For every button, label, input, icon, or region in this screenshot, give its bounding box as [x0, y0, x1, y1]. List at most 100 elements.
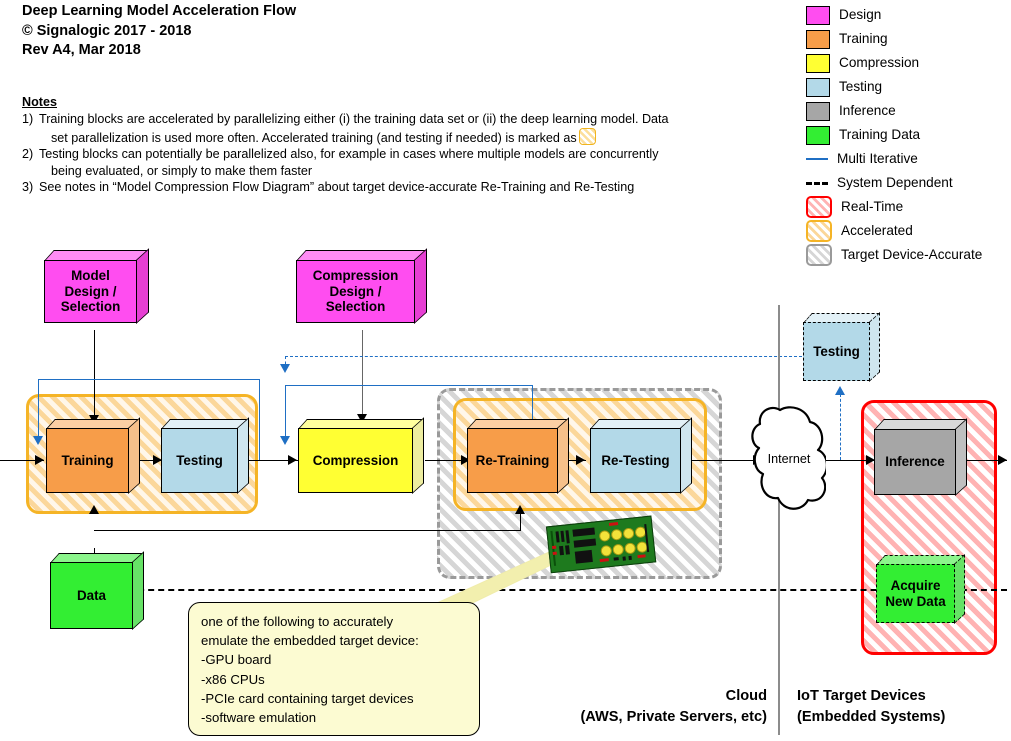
footer-cloud-line2: (AWS, Private Servers, etc): [580, 709, 767, 725]
block-acquire-new-data[interactable]: Acquire New Data: [876, 554, 966, 631]
legend-label: System Dependent: [837, 175, 953, 190]
blue-arrow-loop-1: [32, 436, 43, 445]
legend-label: Inference: [839, 103, 896, 118]
blue-loop-1-top: [38, 379, 260, 380]
legend-hatch-accelerated: [806, 220, 832, 242]
blue-loop-1-left: [38, 379, 39, 441]
arrow-data-to-training: [88, 505, 99, 514]
note-text: Testing blocks can potentially be parall…: [39, 146, 762, 179]
callout-line: -x86 CPUs: [201, 671, 265, 687]
footer-cloud-label: Cloud (AWS, Private Servers, etc): [492, 686, 767, 728]
note-text-line1: Testing blocks can potentially be parall…: [39, 147, 659, 162]
footer-iot-line1: IoT Target Devices: [797, 688, 926, 704]
note-text-line2: set parallelization is used more often. …: [51, 130, 577, 145]
callout-box: one of the following to accurately emula…: [188, 602, 480, 736]
note-number: 3): [22, 180, 34, 195]
block-cloud-testing[interactable]: Testing: [803, 312, 881, 389]
notes-section: Notes 1) Training blocks are accelerated…: [22, 94, 762, 195]
note-text-line2: being evaluated, or simply to make them …: [51, 163, 313, 178]
footer-iot-label: IoT Target Devices (Embedded Systems): [797, 686, 1011, 728]
block-label: Inference: [874, 429, 956, 495]
legend-item-multi-iterative: Multi Iterative: [806, 147, 1011, 171]
note-text: See notes in “Model Compression Flow Dia…: [39, 179, 762, 195]
legend-swatch-training-data: [806, 125, 830, 145]
block-inference[interactable]: Inference: [874, 418, 969, 503]
legend-label: Training Data: [839, 127, 921, 142]
legend-label: Compression: [839, 55, 920, 70]
legend-item-real-time: Real-Time: [806, 195, 1011, 219]
callout-line: emulate the embedded target device:: [201, 633, 419, 649]
blue-loop-1-right: [259, 379, 260, 460]
line-data-to-retraining: [520, 512, 521, 531]
callout-line: -software emulation: [201, 710, 317, 726]
legend-item-compression: Compression: [806, 51, 1011, 75]
legend-hatch-target-device: [806, 244, 832, 266]
system-dependent-dashed-line: [98, 589, 1007, 591]
note-text-line1: Training blocks are accelerated by paral…: [39, 112, 669, 127]
legend-line-system-dependent: [806, 175, 828, 192]
legend-label: Testing: [839, 79, 883, 94]
cloud-iot-divider: [778, 305, 780, 735]
title-line-1: Deep Learning Model Acceleration Flow: [22, 3, 297, 19]
arrow-testing-to-compression: [288, 455, 297, 465]
legend-label: Target Device-Accurate: [841, 247, 983, 262]
arrow-inference-output: [998, 455, 1007, 465]
block-training[interactable]: Training: [46, 417, 142, 501]
block-model-design[interactable]: Model Design / Selection: [44, 248, 150, 332]
title-line-3: Rev A4, Mar 2018: [22, 42, 141, 58]
line-data-branch: [94, 530, 521, 531]
callout-line: -PCIe card containing target devices: [201, 690, 414, 706]
legend: Design Training Compression Testing Infe…: [806, 3, 1011, 267]
legend-item-training: Training: [806, 27, 1011, 51]
legend-label: Real-Time: [841, 199, 904, 214]
note-number: 1): [22, 112, 34, 127]
note-text: Training blocks are accelerated by paral…: [39, 111, 762, 146]
legend-label: Design: [839, 7, 882, 22]
block-label: Testing: [803, 322, 870, 381]
footer-iot-line2: (Embedded Systems): [797, 709, 946, 725]
blue-dashed-horizontal: [285, 356, 802, 357]
legend-swatch-training: [806, 29, 830, 49]
arrow-into-training: [35, 455, 44, 465]
note-item: 1) Training blocks are accelerated by pa…: [22, 111, 762, 146]
block-label: Data: [50, 562, 133, 629]
block-compression[interactable]: Compression: [298, 417, 426, 501]
legend-item-training-data: Training Data: [806, 123, 1011, 147]
block-compression-design[interactable]: Compression Design / Selection: [296, 248, 428, 332]
page-title: Deep Learning Model Acceleration Flow © …: [22, 2, 622, 61]
title-line-2: © Signalogic 2017 - 2018: [22, 22, 192, 39]
block-label: Compression Design / Selection: [296, 260, 415, 323]
note-item: 3) See notes in “Model Compression Flow …: [22, 179, 762, 195]
arrow-retraining-to-retesting: [576, 455, 585, 465]
block-testing[interactable]: Testing: [161, 417, 251, 501]
block-re-testing[interactable]: Re-Testing: [590, 417, 694, 501]
footer-cloud-line1: Cloud: [725, 688, 767, 704]
block-label: Re-Testing: [590, 428, 681, 493]
legend-item-system-dependent: System Dependent: [806, 171, 1011, 195]
legend-swatch-testing: [806, 77, 830, 97]
legend-swatch-inference: [806, 101, 830, 121]
target-device-board-icon: [545, 515, 657, 574]
legend-hatch-real-time: [806, 196, 832, 218]
line-compression-design: [362, 330, 363, 420]
legend-label: Accelerated: [841, 223, 913, 238]
legend-item-design: Design: [806, 3, 1011, 27]
block-label: Model Design / Selection: [44, 260, 137, 323]
legend-item-inference: Inference: [806, 99, 1011, 123]
legend-item-accelerated: Accelerated: [806, 219, 1011, 243]
block-label: Re-Training: [467, 428, 558, 493]
note-number: 2): [22, 147, 34, 162]
legend-swatch-design: [806, 5, 830, 25]
legend-label: Multi Iterative: [837, 151, 918, 166]
legend-line-multi-iterative: [806, 151, 828, 168]
internet-label: Internet: [767, 452, 811, 466]
blue-dashed-to-cloud-testing: [840, 394, 841, 460]
legend-item-testing: Testing: [806, 75, 1011, 99]
blue-loop-2-top: [285, 385, 533, 386]
block-label: Compression: [298, 428, 413, 493]
blue-arrow-loop-2: [279, 436, 290, 445]
block-re-training[interactable]: Re-Training: [467, 417, 571, 501]
block-data[interactable]: Data: [50, 551, 146, 637]
arrow-data-to-retraining: [514, 505, 525, 514]
note-item: 2) Testing blocks can potentially be par…: [22, 146, 762, 179]
